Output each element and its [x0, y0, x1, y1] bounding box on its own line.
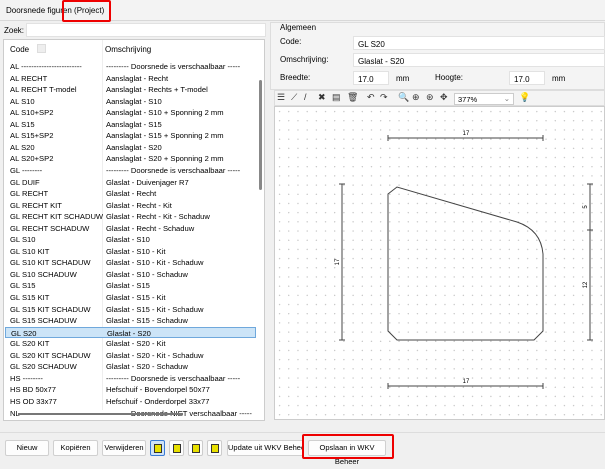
- dim-bottom-label: 17: [463, 379, 470, 385]
- highlight-box-save: [302, 434, 394, 459]
- profile-shape: [387, 186, 544, 341]
- profile-type-1-button[interactable]: [150, 440, 165, 456]
- dim-left-label: 17: [335, 258, 341, 265]
- dim-top-label: 17: [463, 131, 470, 137]
- profile-type-2-button[interactable]: [169, 440, 184, 456]
- profile-drawing: 17 17 17 5 12: [335, 131, 593, 389]
- profile-shape-icon: [154, 444, 162, 453]
- dim-right-bottom-label: 12: [583, 281, 589, 288]
- update-from-wkv-button[interactable]: Update uit WKV Beheer: [227, 440, 304, 456]
- divider: [0, 432, 605, 433]
- profile-type-4-button[interactable]: [207, 440, 222, 456]
- copy-button[interactable]: Kopiëren: [53, 440, 98, 456]
- profile-type-3-button[interactable]: [188, 440, 203, 456]
- delete-button[interactable]: Verwijderen: [102, 440, 146, 456]
- new-button[interactable]: Nieuw: [5, 440, 49, 456]
- dim-right-top-label: 5: [583, 205, 589, 209]
- profile-shape-icon: [173, 444, 181, 453]
- profile-shape-icon: [192, 444, 200, 453]
- profile-shape-icon: [211, 444, 219, 453]
